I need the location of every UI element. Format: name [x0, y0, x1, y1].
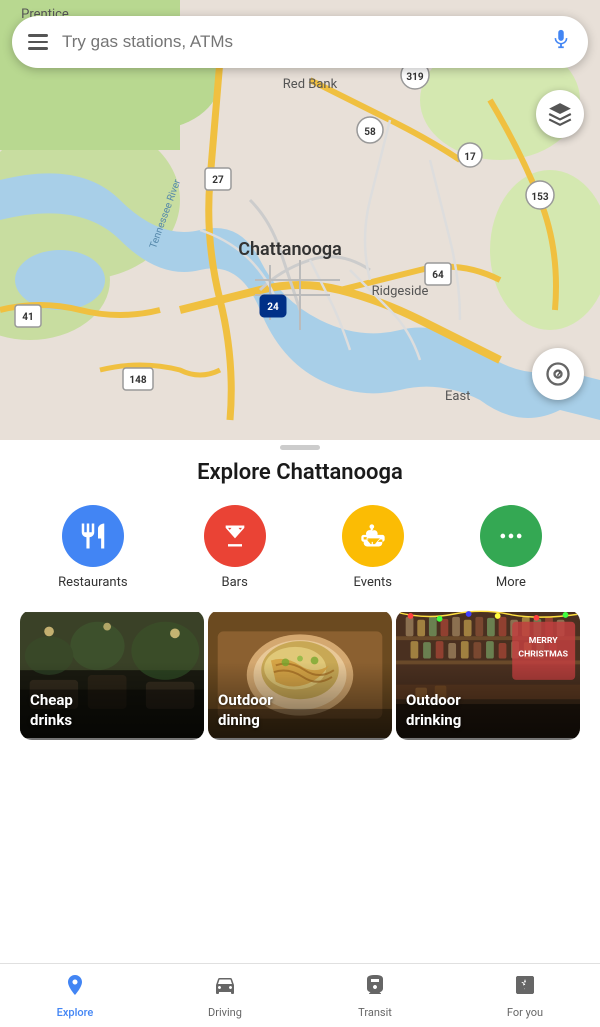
driving-nav-icon	[213, 973, 237, 1003]
svg-text:319: 319	[406, 72, 423, 83]
svg-text:64: 64	[432, 270, 444, 281]
transit-nav-icon	[363, 973, 387, 1003]
svg-text:41: 41	[22, 312, 33, 323]
svg-text:?: ?	[555, 368, 561, 382]
svg-text:17: 17	[464, 152, 476, 163]
tile-outdoor-drinking-label: Outdoordrinking	[406, 691, 461, 730]
more-label: More	[496, 575, 526, 590]
drag-handle	[280, 445, 320, 450]
tiles-row: Cheapdrinks	[20, 610, 580, 740]
explore-section: Explore Chattanooga Restaurants	[0, 440, 600, 752]
svg-text:Chattanooga: Chattanooga	[238, 239, 342, 260]
nav-explore[interactable]: Explore	[0, 965, 150, 1027]
svg-text:Ridgeside: Ridgeside	[372, 284, 429, 299]
tile-cheap-drinks-label: Cheapdrinks	[30, 691, 73, 730]
transit-nav-label: Transit	[358, 1006, 392, 1019]
driving-nav-label: Driving	[208, 1006, 242, 1019]
restaurants-label: Restaurants	[58, 575, 127, 590]
tile-cheap-drinks[interactable]: Cheapdrinks	[20, 610, 204, 740]
svg-text:24: 24	[267, 302, 279, 313]
bars-icon-circle	[204, 505, 266, 567]
more-icon-circle	[480, 505, 542, 567]
nav-for-you[interactable]: For you	[450, 965, 600, 1027]
bottom-panel: Explore Chattanooga Restaurants	[0, 440, 600, 1027]
for-you-nav-icon	[513, 973, 537, 1003]
map-location-button[interactable]: ?	[532, 348, 584, 400]
svg-text:Red Bank: Red Bank	[283, 77, 338, 92]
bottom-nav: Explore Driving Transit	[0, 963, 600, 1027]
tile-outdoor-dining[interactable]: Outdoordining	[208, 610, 392, 740]
svg-text:153: 153	[531, 192, 548, 203]
nav-transit[interactable]: Transit	[300, 965, 450, 1027]
search-bar[interactable]	[12, 16, 588, 68]
bars-label: Bars	[222, 575, 248, 590]
category-restaurants[interactable]: Restaurants	[58, 505, 127, 590]
restaurants-icon-circle	[62, 505, 124, 567]
menu-button[interactable]	[28, 34, 48, 50]
categories-row: Restaurants Bars Events	[20, 505, 580, 590]
tile-outdoor-drinking[interactable]: MERRY CHRISTMAS Outdoordrinking	[396, 610, 580, 740]
explore-nav-label: Explore	[57, 1006, 94, 1019]
explore-title: Explore Chattanooga	[20, 460, 580, 485]
events-icon-circle	[342, 505, 404, 567]
mic-icon[interactable]	[550, 28, 572, 56]
events-label: Events	[354, 575, 392, 590]
nav-driving[interactable]: Driving	[150, 965, 300, 1027]
category-events[interactable]: Events	[342, 505, 404, 590]
explore-nav-icon	[63, 973, 87, 1003]
svg-text:148: 148	[129, 375, 146, 386]
tile-outdoor-dining-label: Outdoordining	[218, 691, 273, 730]
map-layers-button[interactable]	[536, 90, 584, 138]
svg-text:CHRISTMAS: CHRISTMAS	[518, 650, 568, 660]
for-you-nav-label: For you	[507, 1006, 543, 1019]
svg-text:East: East	[445, 389, 470, 404]
map-container[interactable]: 319 58 17 153 27 41 24 64 148 Chattanoog…	[0, 0, 600, 460]
svg-text:MERRY: MERRY	[529, 636, 558, 646]
category-more[interactable]: More	[480, 505, 542, 590]
category-bars[interactable]: Bars	[204, 505, 266, 590]
svg-text:27: 27	[212, 175, 224, 186]
search-input[interactable]	[62, 32, 540, 52]
svg-text:58: 58	[364, 127, 376, 138]
